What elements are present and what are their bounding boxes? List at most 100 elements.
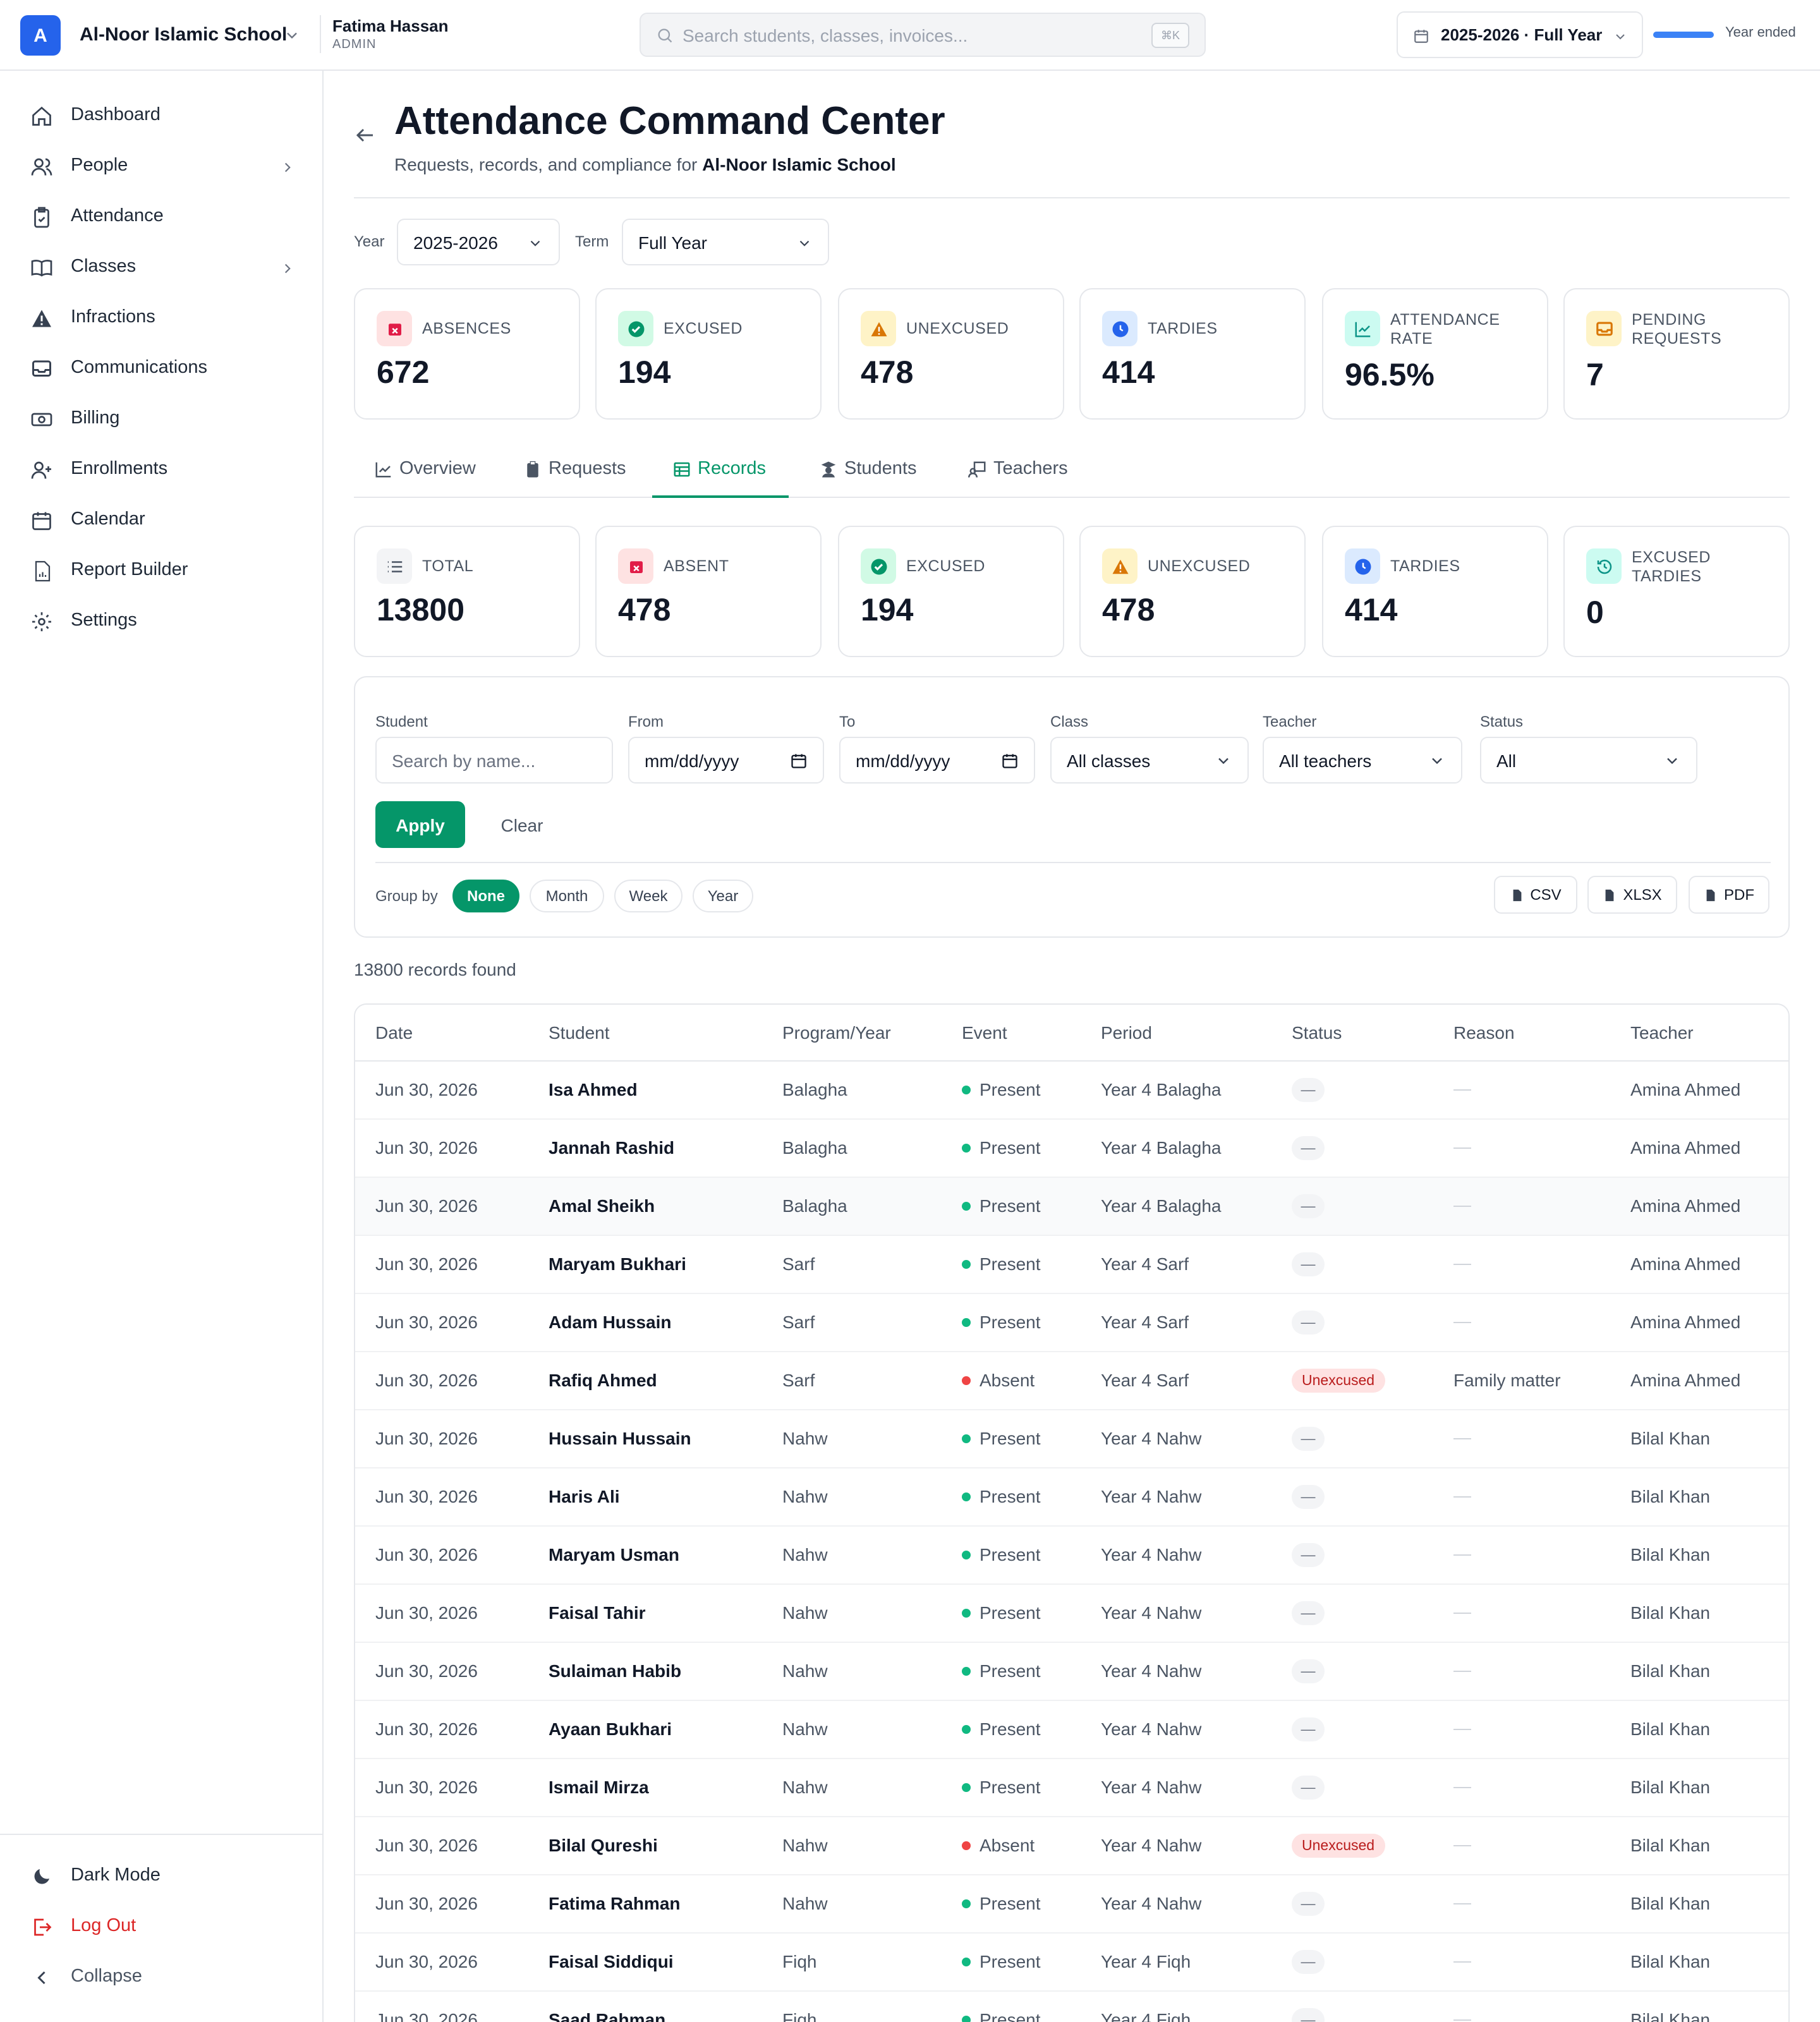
tab-students[interactable]: Students [799, 445, 938, 498]
year-progress-bar [1653, 32, 1714, 38]
cell-period: Year 4 Nahw [1101, 1544, 1202, 1565]
check-circle-icon [618, 311, 653, 346]
column-header[interactable]: Period [1101, 1022, 1152, 1043]
table-row[interactable]: Jun 30, 2026 Saad Rahman Fiqh Present Year 4… [355, 1992, 1788, 2022]
to-date-input[interactable]: mm/dd/yyyy [839, 737, 1035, 784]
table-row[interactable]: Jun 30, 2026 Bilal Qureshi Nahw Absent Year … [355, 1817, 1788, 1875]
export-pdf-button[interactable]: PDF [1689, 876, 1769, 914]
table-row[interactable]: Jun 30, 2026 Hussain Hussain Nahw Present Ye… [355, 1410, 1788, 1468]
term-select[interactable]: Full Year [622, 219, 829, 265]
sidebar-item-billing[interactable]: Billing [30, 404, 296, 435]
tab-teachers[interactable]: Teachers [948, 445, 1087, 498]
group-by-month[interactable]: Month [530, 880, 604, 912]
sidebar-item-settings[interactable]: Settings [30, 607, 296, 637]
tab-overview[interactable]: Overview [354, 445, 493, 498]
status-dot [962, 1551, 971, 1559]
collapse-button[interactable]: Collapse [30, 1963, 296, 1993]
cell-period: Year 4 Nahw [1101, 1602, 1202, 1623]
subtitle-school: Al-Noor Islamic School [702, 154, 896, 174]
from-date-input[interactable]: mm/dd/yyyy [628, 737, 824, 784]
sidebar-item-communications[interactable]: Communications [30, 354, 296, 384]
calendar-icon[interactable] [790, 752, 808, 770]
cell-date: Jun 30, 2026 [375, 1370, 478, 1390]
column-header[interactable]: Event [962, 1022, 1007, 1043]
cell-reason: Family matter [1453, 1370, 1561, 1390]
cell-program: Nahw [782, 1777, 828, 1797]
record-card-tardies: Tardies 414 [1322, 526, 1548, 657]
year-select[interactable]: 2025-2026 [397, 219, 560, 265]
export-xlsx-button[interactable]: XLSX [1587, 876, 1677, 914]
page-subtitle: Requests, records, and compliance for Al… [394, 154, 896, 174]
student-search-input[interactable]: Search by name... [375, 737, 613, 784]
chevron-down-icon[interactable] [283, 27, 301, 44]
table-row[interactable]: Jun 30, 2026 Fatima Rahman Nahw Present Year… [355, 1875, 1788, 1934]
sidebar-item-dashboard[interactable]: Dashboard [30, 101, 296, 131]
school-logo[interactable]: A [20, 15, 61, 56]
table-row[interactable]: Jun 30, 2026 Ismail Mirza Nahw Present Year … [355, 1759, 1788, 1817]
status-dot [962, 1899, 971, 1908]
group-by-none[interactable]: None [452, 880, 519, 912]
table-row[interactable]: Jun 30, 2026 Rafiq Ahmed Sarf Absent Year 4 … [355, 1352, 1788, 1410]
table-row[interactable]: Jun 30, 2026 Isa Ahmed Balagha Present Year … [355, 1062, 1788, 1120]
tab-records[interactable]: Records [652, 445, 789, 498]
cell-teacher: Bilal Khan [1630, 1719, 1711, 1739]
empty-reason [1453, 1845, 1471, 1846]
empty-reason [1453, 1089, 1471, 1091]
cell-student: Amal Sheikh [549, 1196, 655, 1216]
sidebar-item-report-builder[interactable]: Report Builder [30, 556, 296, 586]
group-by-year[interactable]: Year [693, 880, 753, 912]
table-row[interactable]: Jun 30, 2026 Maryam Usman Nahw Present Year … [355, 1527, 1788, 1585]
sidebar-item-classes[interactable]: Classes [30, 253, 296, 283]
stat-card-excused: Excused 194 [595, 288, 822, 420]
stat-label: Excused [664, 320, 743, 337]
table-row[interactable]: Jun 30, 2026 Haris Ali Nahw Present Year 4 N… [355, 1468, 1788, 1527]
teacher-select[interactable]: All teachers [1263, 737, 1462, 784]
table-row[interactable]: Jun 30, 2026 Jannah Rashid Balagha Present Y… [355, 1120, 1788, 1178]
sidebar-item-people[interactable]: People [30, 152, 296, 182]
column-header[interactable]: Date [375, 1022, 413, 1043]
logout-button[interactable]: Log Out [30, 1912, 296, 1942]
column-header[interactable]: Reason [1453, 1022, 1515, 1043]
sidebar-item-attendance[interactable]: Attendance [30, 202, 296, 233]
table-row[interactable]: Jun 30, 2026 Sulaiman Habib Nahw Present Yea… [355, 1643, 1788, 1701]
column-header[interactable]: Program/Year [782, 1022, 891, 1043]
apply-button[interactable]: Apply [375, 801, 465, 848]
search-input[interactable]: Search students, classes, invoices... [682, 25, 968, 45]
sidebar-item-calendar[interactable]: Calendar [30, 506, 296, 536]
table-row[interactable]: Jun 30, 2026 Faisal Tahir Nahw Present Year … [355, 1585, 1788, 1643]
table-row[interactable]: Jun 30, 2026 Faisal Siddiqui Fiqh Present Ye… [355, 1934, 1788, 1992]
dark-mode-toggle[interactable]: Dark Mode [30, 1862, 296, 1892]
clear-button[interactable]: Clear [484, 801, 560, 848]
school-switcher[interactable]: Al-Noor Islamic School [80, 24, 287, 45]
export-csv-button[interactable]: CSV [1494, 876, 1577, 914]
table-row[interactable]: Jun 30, 2026 Amal Sheikh Balagha Present Yea… [355, 1178, 1788, 1236]
cell-teacher: Bilal Khan [1630, 1602, 1711, 1623]
global-search[interactable]: Search students, classes, invoices... ⌘K [640, 13, 1206, 57]
sidebar-item-enrollments[interactable]: Enrollments [30, 455, 296, 485]
sidebar-item-label: Calendar [71, 509, 145, 530]
table-row[interactable]: Jun 30, 2026 Maryam Bukhari Sarf Present Yea… [355, 1236, 1788, 1294]
status-badge: — [1292, 2008, 1325, 2022]
cell-event: Present [962, 1544, 1041, 1565]
logout-icon [34, 1918, 52, 1936]
group-by-week[interactable]: Week [614, 880, 682, 912]
table-row[interactable]: Jun 30, 2026 Adam Hussain Sarf Present Year … [355, 1294, 1788, 1352]
calendar-icon[interactable] [1001, 752, 1019, 770]
table-icon [674, 462, 690, 477]
class-select[interactable]: All classes [1050, 737, 1249, 784]
year-selector[interactable]: 2025-2026 · Full Year [1397, 11, 1643, 58]
column-header[interactable]: Student [549, 1022, 610, 1043]
back-arrow-icon[interactable] [354, 124, 377, 147]
status-select[interactable]: All [1480, 737, 1697, 784]
status-dot [962, 1144, 971, 1153]
tab-requests[interactable]: Requests [503, 445, 642, 498]
table-row[interactable]: Jun 30, 2026 Ayaan Bukhari Nahw Present Year… [355, 1701, 1788, 1759]
cell-event: Present [962, 1719, 1041, 1739]
stat-value: 478 [618, 593, 671, 628]
sidebar-item-label: Report Builder [71, 560, 188, 580]
history-icon [1586, 548, 1622, 584]
status-badge: Unexcused [1292, 1369, 1385, 1393]
column-header[interactable]: Status [1292, 1022, 1342, 1043]
column-header[interactable]: Teacher [1630, 1022, 1694, 1043]
sidebar-item-infractions[interactable]: Infractions [30, 303, 296, 334]
